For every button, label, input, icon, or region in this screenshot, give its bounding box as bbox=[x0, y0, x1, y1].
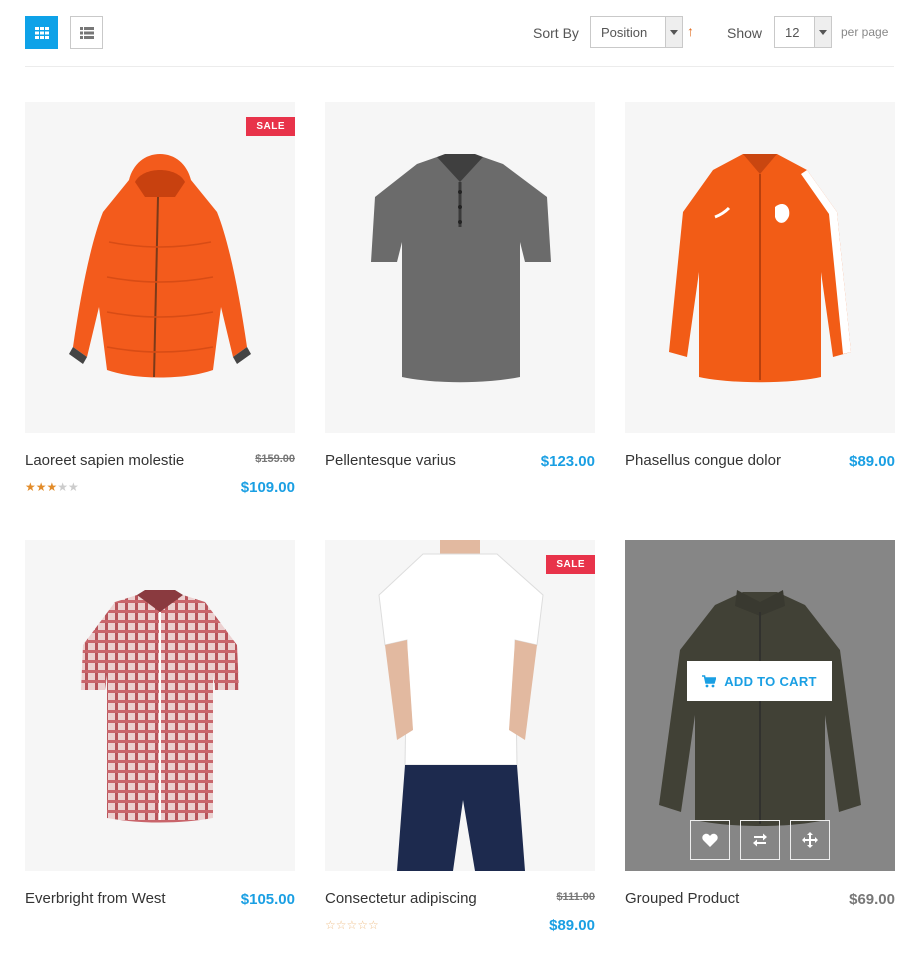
chevron-down-icon bbox=[814, 17, 831, 47]
polo-shirt-image bbox=[371, 154, 551, 383]
product-price: $123.00 bbox=[540, 453, 595, 470]
product-name[interactable]: Laoreet sapien molestie bbox=[25, 452, 184, 469]
limit-select[interactable]: 12 bbox=[774, 16, 832, 48]
sale-badge: SALE bbox=[546, 555, 595, 574]
down-jacket-image bbox=[69, 154, 251, 378]
product-price: $109.00 bbox=[240, 479, 295, 496]
compare-button[interactable] bbox=[740, 820, 780, 860]
track-jacket-image bbox=[669, 154, 851, 383]
product-image[interactable]: SALE bbox=[25, 102, 295, 433]
old-price: $111.00 bbox=[556, 891, 595, 903]
toolbar: Sort By Position ↑ Show 12 per page bbox=[25, 16, 894, 52]
product-name[interactable]: Pellentesque varius bbox=[325, 452, 456, 469]
white-tshirt-model-image bbox=[378, 540, 544, 871]
heart-icon bbox=[702, 833, 718, 847]
list-view-button[interactable] bbox=[70, 16, 103, 49]
sort-select[interactable]: Position bbox=[590, 16, 683, 48]
old-price: $159.00 bbox=[255, 453, 295, 465]
product-name[interactable]: Phasellus congue dolor bbox=[625, 452, 781, 469]
show-label: Show bbox=[727, 25, 763, 41]
sale-badge: SALE bbox=[246, 117, 295, 136]
product-image[interactable] bbox=[25, 540, 295, 871]
product-price: $69.00 bbox=[849, 891, 895, 908]
product-image[interactable] bbox=[625, 102, 895, 433]
toolbar-divider bbox=[25, 66, 894, 67]
add-to-cart-label: ADD TO CART bbox=[724, 673, 817, 689]
compare-icon bbox=[753, 833, 767, 847]
quickview-button[interactable] bbox=[790, 820, 830, 860]
limit-select-value: 12 bbox=[785, 25, 800, 40]
per-page-label: per page bbox=[841, 25, 889, 39]
sort-by-label: Sort By bbox=[533, 25, 579, 41]
grid-icon bbox=[34, 26, 49, 39]
list-icon bbox=[79, 26, 94, 39]
move-icon bbox=[802, 832, 818, 848]
add-to-cart-button[interactable]: ADD TO CART bbox=[687, 661, 832, 701]
rating-stars: ☆☆☆☆☆ bbox=[325, 918, 379, 932]
cart-icon bbox=[702, 674, 717, 687]
product-price: $89.00 bbox=[849, 453, 895, 470]
product-price: $105.00 bbox=[240, 891, 295, 908]
rating-stars: ★★★★★ bbox=[25, 480, 79, 494]
sort-direction-arrow-icon[interactable]: ↑ bbox=[687, 23, 694, 39]
product-image[interactable]: SALE bbox=[325, 540, 595, 871]
product-name[interactable]: Consectetur adipiscing bbox=[325, 890, 477, 907]
product-image[interactable]: ADD TO CART bbox=[625, 540, 895, 871]
wishlist-button[interactable] bbox=[690, 820, 730, 860]
plaid-shirt-image bbox=[81, 590, 239, 823]
product-name[interactable]: Everbright from West bbox=[25, 890, 166, 907]
product-image[interactable] bbox=[325, 102, 595, 433]
chevron-down-icon bbox=[665, 17, 682, 47]
product-name[interactable]: Grouped Product bbox=[625, 890, 739, 907]
sort-select-value: Position bbox=[601, 25, 648, 40]
product-price: $89.00 bbox=[549, 917, 595, 934]
grid-view-button[interactable] bbox=[25, 16, 58, 49]
